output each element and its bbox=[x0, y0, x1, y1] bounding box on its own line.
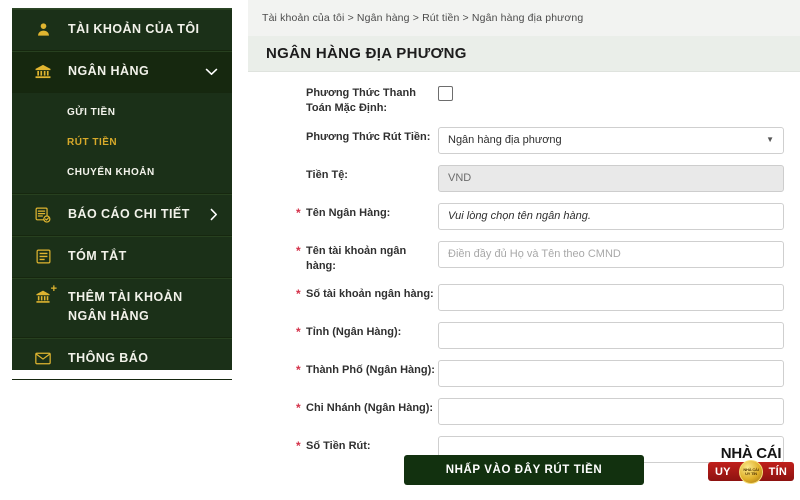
sidebar-item-label: THÔNG BÁO bbox=[68, 350, 149, 365]
seal-line-2: UY TÍN bbox=[745, 470, 757, 476]
form-row-withdraw-method: Phương Thức Rút Tiền: Ngân hàng địa phươ… bbox=[248, 126, 800, 154]
required-marker: * bbox=[296, 205, 301, 220]
plus-icon: + bbox=[50, 283, 57, 295]
form-row-bank-province: * Tỉnh (Ngân Hàng): bbox=[248, 321, 800, 350]
form-row-currency: Tiền Tệ: VND bbox=[248, 164, 800, 192]
chevron-right-icon[interactable] bbox=[210, 208, 218, 221]
required-marker: * bbox=[296, 401, 301, 416]
bank-account-name-placeholder: Điền đầy đủ Họ và Tên theo CMND bbox=[448, 248, 621, 261]
summary-icon bbox=[32, 249, 54, 264]
required-marker: * bbox=[296, 243, 301, 258]
title-bar: NGÂN HÀNG ĐỊA PHƯƠNG bbox=[248, 36, 800, 72]
user-icon bbox=[32, 22, 54, 37]
form-row-bank-name: * Tên Ngân Hàng: Vui lòng chọn tên ngân … bbox=[248, 202, 800, 230]
field-label-text: Tên tài khoản ngân hàng: bbox=[306, 244, 407, 272]
seal-icon: NHÀ CÁI UY TÍN bbox=[739, 459, 763, 484]
currency-field: VND bbox=[438, 164, 784, 192]
bank-name-input[interactable]: Vui lòng chọn tên ngân hàng. bbox=[438, 202, 784, 230]
field-label-text: Số tài khoản ngân hàng: bbox=[306, 288, 434, 301]
sidebar-item-notification[interactable]: THÔNG BÁO bbox=[12, 338, 232, 380]
sidebar-item-label: THÊM TÀI KHOẢN NGÂN HÀNG bbox=[68, 290, 183, 324]
bank-account-name-input[interactable]: Điền đầy đủ Họ và Tên theo CMND bbox=[438, 240, 784, 268]
bank-account-number-input[interactable] bbox=[438, 284, 784, 312]
field-label-text: Tỉnh (Ngân Hàng): bbox=[306, 326, 402, 339]
envelope-icon bbox=[32, 352, 54, 365]
bank-name-value: Vui lòng chọn tên ngân hàng. bbox=[448, 210, 591, 223]
content-area: Tài khoản của tôi > Ngân hàng > Rút tiền… bbox=[248, 0, 800, 500]
sidebar-item-label: NGÂN HÀNG bbox=[68, 63, 150, 78]
watermark-bar: UY TÍN NHÀ CÁI UY TÍN bbox=[708, 459, 794, 484]
field-label-text: Tên Ngân Hàng: bbox=[306, 206, 391, 219]
field-label-text: Số Tiền Rút: bbox=[306, 440, 371, 453]
sidebar-item-label: TÀI KHOẢN CỦA TÔI bbox=[68, 21, 200, 36]
form-row-default-payment-method: Phương Thức Thanh Toán Mặc Định: bbox=[248, 82, 800, 116]
sidebar-subitem-label: GỬI TIỀN bbox=[67, 106, 116, 118]
withdraw-submit-button[interactable]: NHẤP VÀO ĐÂY RÚT TIỀN bbox=[404, 455, 644, 485]
bank-city-input[interactable] bbox=[438, 360, 784, 388]
withdraw-form: Phương Thức Thanh Toán Mặc Định: Phương … bbox=[248, 82, 800, 473]
field-label: Tiền Tệ: bbox=[306, 168, 348, 181]
breadcrumb[interactable]: Tài khoản của tôi > Ngân hàng > Rút tiền… bbox=[262, 12, 583, 24]
field-control bbox=[438, 283, 800, 312]
bank-province-input[interactable] bbox=[438, 322, 784, 350]
field-control bbox=[438, 321, 800, 350]
currency-value: VND bbox=[448, 172, 472, 185]
watermark-right-word: TÍN bbox=[768, 465, 787, 478]
form-row-bank-branch: * Chi Nhánh (Ngân Hàng): bbox=[248, 397, 800, 426]
field-label: Phương Thức Thanh Toán Mặc Định: bbox=[306, 87, 416, 114]
bank-icon bbox=[32, 64, 54, 79]
field-label: * Số tài khoản ngân hàng: bbox=[248, 283, 438, 302]
sidebar-item-bank[interactable]: NGÂN HÀNG bbox=[12, 51, 232, 93]
sidebar-submenu-bank: GỬI TIỀN RÚT TIỀN CHUYỂN KHOẢN bbox=[12, 93, 232, 194]
field-label: * Số Tiền Rút: bbox=[248, 435, 438, 454]
required-marker: * bbox=[296, 363, 301, 378]
sidebar-item-summary[interactable]: TÓM TẮT bbox=[12, 236, 232, 278]
field-label: * Tỉnh (Ngân Hàng): bbox=[248, 321, 438, 340]
field-control: VND bbox=[438, 164, 800, 192]
required-marker: * bbox=[296, 287, 301, 302]
sidebar-subitem-transfer[interactable]: CHUYỂN KHOẢN bbox=[12, 157, 232, 187]
field-label-text: Chi Nhánh (Ngân Hàng): bbox=[306, 402, 434, 415]
field-control: Vui lòng chọn tên ngân hàng. bbox=[438, 202, 800, 230]
field-control bbox=[438, 359, 800, 388]
bank-plus-icon: + bbox=[32, 284, 57, 304]
sidebar: TÀI KHOẢN CỦA TÔI NGÂN HÀNG GỬI TIỀN RÚT… bbox=[12, 8, 232, 380]
field-control bbox=[438, 82, 800, 101]
sidebar-item-detailed-report[interactable]: BÁO CÁO CHI TIẾT bbox=[12, 194, 232, 236]
sidebar-subitem-withdraw[interactable]: RÚT TIỀN bbox=[12, 127, 232, 157]
page-title: NGÂN HÀNG ĐỊA PHƯƠNG bbox=[266, 45, 467, 62]
form-row-bank-account-name: * Tên tài khoản ngân hàng: Điền đầy đủ H… bbox=[248, 240, 800, 274]
required-marker: * bbox=[296, 325, 301, 340]
form-row-bank-account-number: * Số tài khoản ngân hàng: bbox=[248, 283, 800, 312]
report-icon bbox=[32, 207, 54, 223]
field-label: * Tên tài khoản ngân hàng: bbox=[248, 240, 438, 274]
required-marker: * bbox=[296, 439, 301, 454]
sidebar-item-label: TÓM TẮT bbox=[68, 248, 127, 263]
bank-branch-input[interactable] bbox=[438, 398, 784, 426]
sidebar-item-label: BÁO CÁO CHI TIẾT bbox=[68, 206, 190, 221]
sidebar-item-my-account[interactable]: TÀI KHOẢN CỦA TÔI bbox=[12, 9, 232, 51]
field-control bbox=[438, 397, 800, 426]
sidebar-subitem-deposit[interactable]: GỬI TIỀN bbox=[12, 97, 232, 127]
withdraw-method-value: Ngân hàng địa phương bbox=[448, 134, 562, 147]
chevron-down-icon[interactable] bbox=[205, 68, 218, 76]
page-root: TÀI KHOẢN CỦA TÔI NGÂN HÀNG GỬI TIỀN RÚT… bbox=[0, 0, 800, 500]
form-row-bank-city: * Thành Phố (Ngân Hàng): bbox=[248, 359, 800, 388]
sidebar-subitem-label: CHUYỂN KHOẢN bbox=[67, 166, 155, 178]
default-payment-method-checkbox[interactable] bbox=[438, 86, 453, 101]
sidebar-subitem-label: RÚT TIỀN bbox=[67, 136, 118, 148]
sidebar-item-add-bank-account[interactable]: + THÊM TÀI KHOẢN NGÂN HÀNG bbox=[12, 278, 232, 338]
watermark-left-word: UY bbox=[715, 465, 731, 478]
field-label: * Thành Phố (Ngân Hàng): bbox=[248, 359, 438, 378]
withdraw-method-select[interactable]: Ngân hàng địa phương ▼ bbox=[438, 126, 784, 154]
breadcrumb-bar: Tài khoản của tôi > Ngân hàng > Rút tiền… bbox=[248, 0, 800, 36]
field-label: Phương Thức Rút Tiền: bbox=[306, 130, 431, 143]
watermark-logo: NHÀ CÁI UY TÍN NHÀ CÁI UY TÍN bbox=[708, 446, 794, 496]
field-label: * Tên Ngân Hàng: bbox=[248, 202, 438, 221]
field-control: Ngân hàng địa phương ▼ bbox=[438, 126, 800, 154]
field-control: Điền đầy đủ Họ và Tên theo CMND bbox=[438, 240, 800, 268]
field-label-text: Thành Phố (Ngân Hàng): bbox=[306, 364, 435, 377]
caret-down-icon: ▼ bbox=[766, 135, 774, 145]
field-label: * Chi Nhánh (Ngân Hàng): bbox=[248, 397, 438, 416]
